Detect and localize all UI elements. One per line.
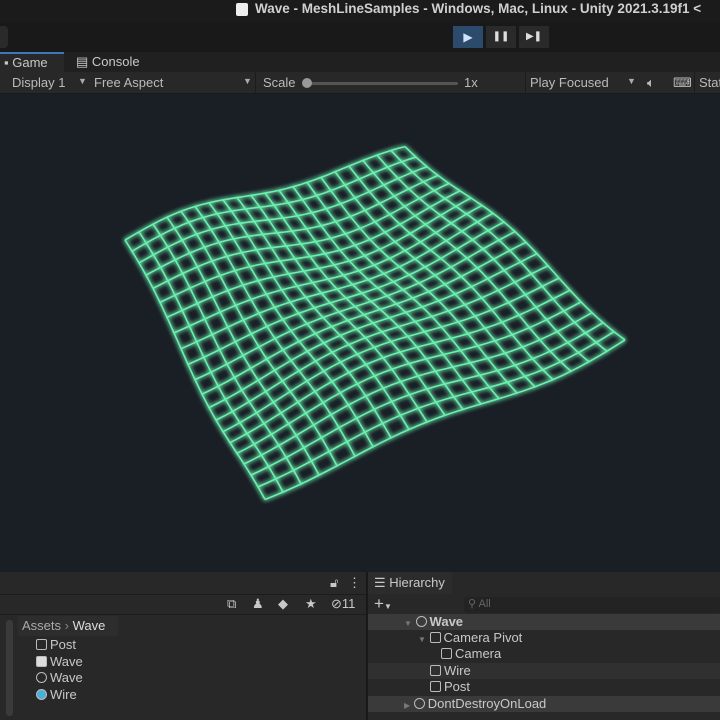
aspect-dropdown[interactable]: Free Aspect <box>94 75 163 90</box>
hierarchy-item-post[interactable]: Post <box>368 679 720 695</box>
more-menu-icon[interactable]: ⋮ <box>348 575 361 591</box>
pause-button[interactable]: ❚❚ <box>486 26 516 48</box>
asset-label: Wave <box>50 670 83 685</box>
chevron-down-icon: ▼ <box>243 76 252 86</box>
divider <box>0 614 366 615</box>
asset-item[interactable]: Wave <box>36 670 83 687</box>
gameobject-icon <box>430 681 441 692</box>
play-mode-dropdown[interactable]: Play Focused <box>530 75 609 90</box>
divider <box>255 72 256 94</box>
game-view-toolbar: Display 1 ▼ Free Aspect ▼ Scale 1x Play … <box>0 72 720 94</box>
hierarchy-item-wave[interactable]: ▼ Wave <box>368 614 720 630</box>
folder-tree-scrollbar[interactable] <box>6 620 13 716</box>
item-label: Camera <box>455 646 502 661</box>
window-title: Wave - MeshLineSamples - Windows, Mac, L… <box>255 1 702 16</box>
mesh-line <box>138 165 428 264</box>
account-button[interactable] <box>0 26 8 48</box>
breadcrumb-wave[interactable]: Wave <box>73 618 106 633</box>
gamepad-icon: ▪ <box>4 55 9 70</box>
hierarchy-search-input[interactable]: ⚲ All <box>464 597 720 613</box>
wave-wireframe-mesh <box>124 145 626 501</box>
tab-bar: ▪ Game ▤ Console <box>0 52 720 72</box>
material-icon <box>36 688 47 700</box>
project-panel: 🔓︎ ⋮ ⧉ ♟ ◆ ★ ⊘11 Assets › Wave Post Wave… <box>0 572 366 720</box>
tab-console[interactable]: ▤ Console <box>72 52 140 72</box>
display-dropdown[interactable]: Display 1 <box>12 75 65 90</box>
game-view[interactable] <box>0 94 720 572</box>
scale-slider[interactable] <box>306 82 458 85</box>
gameobject-icon <box>441 648 452 659</box>
mesh-line <box>166 197 472 319</box>
favorite-star-icon[interactable]: ★ <box>305 596 317 612</box>
hierarchy-item-camera-pivot[interactable]: ▼ Camera Pivot <box>368 630 720 646</box>
mesh-line <box>376 154 590 363</box>
item-label: Wave <box>429 614 464 629</box>
asset-item[interactable]: Post <box>36 637 83 654</box>
asset-item[interactable]: Wire <box>36 687 83 704</box>
list-icon: ☰ <box>374 575 386 590</box>
post-process-icon <box>36 639 47 650</box>
lock-icon[interactable]: 🔓︎ <box>330 575 338 591</box>
hierarchy-item-wire[interactable]: Wire <box>368 663 720 679</box>
breadcrumb: Assets › Wave <box>18 616 118 636</box>
scale-slider-handle[interactable] <box>302 78 312 88</box>
keyboard-icon[interactable]: ⌨ <box>673 75 692 91</box>
divider <box>694 72 695 94</box>
main-toolbar: ▶ ❚❚ ▶❚ <box>0 22 720 52</box>
mesh-line <box>124 239 266 500</box>
tab-label: Hierarchy <box>389 575 445 590</box>
item-label: Post <box>444 679 471 694</box>
hidden-count: 11 <box>341 596 356 611</box>
mesh-line <box>145 174 439 276</box>
unity-logo-icon <box>236 3 248 16</box>
asset-item[interactable]: Wave <box>36 654 83 671</box>
stats-button[interactable]: Stats <box>699 75 720 90</box>
tab-hierarchy[interactable]: ☰ Hierarchy <box>368 572 452 594</box>
divider <box>525 72 526 94</box>
unity-scene-icon <box>36 672 47 683</box>
asset-label: Wire <box>50 686 77 702</box>
script-icon <box>36 655 47 667</box>
breadcrumb-assets[interactable]: Assets <box>22 618 61 633</box>
hierarchy-item-dontdestroyonload[interactable]: ▶ DontDestroyOnLoad <box>368 696 720 712</box>
mesh-line <box>362 159 572 372</box>
gameobject-icon <box>429 632 441 643</box>
item-label: Camera Pivot <box>443 630 523 645</box>
gameobject-icon <box>430 665 441 676</box>
hidden-packages-icon[interactable]: ⊘11 <box>331 596 355 612</box>
mute-audio-icon[interactable]: 🔈︎ <box>647 75 655 91</box>
chevron-down-icon: ▼ <box>78 76 87 86</box>
search-by-type-icon[interactable]: ⧉ <box>227 596 236 612</box>
asset-list: Post Wave Wave Wire <box>36 637 83 703</box>
hierarchy-item-camera[interactable]: Camera <box>368 646 720 662</box>
play-button[interactable]: ▶ <box>453 26 483 48</box>
search-placeholder: All <box>478 598 491 610</box>
asset-label: Post <box>50 637 77 652</box>
item-label: Wire <box>444 663 471 678</box>
title-bar: Wave - MeshLineSamples - Windows, Mac, L… <box>0 0 720 22</box>
asset-label: Wave <box>50 653 83 669</box>
tab-label: Console <box>91 54 140 69</box>
mesh-line <box>390 149 608 352</box>
tab-game[interactable]: ▪ Game <box>0 52 64 72</box>
tab-label: Game <box>12 55 48 70</box>
step-button[interactable]: ▶❚ <box>519 26 549 48</box>
filter-by-label-icon[interactable]: ♟ <box>252 596 264 612</box>
scale-value: 1x <box>464 75 478 90</box>
divider <box>0 594 366 595</box>
unity-scene-icon <box>413 698 425 709</box>
tag-icon[interactable]: ◆ <box>278 596 288 612</box>
console-icon: ▤ <box>76 54 89 69</box>
mesh-line <box>264 339 626 501</box>
item-label: DontDestroyOnLoad <box>427 696 547 711</box>
hierarchy-panel: ☰ Hierarchy +▼ ⚲ All ▼ Wave ▼ Camera Piv… <box>368 572 720 720</box>
unity-scene-icon <box>415 616 427 627</box>
chevron-down-icon: ▼ <box>627 76 636 86</box>
scale-label: Scale <box>263 75 296 90</box>
add-object-button[interactable]: +▼ <box>374 594 392 614</box>
